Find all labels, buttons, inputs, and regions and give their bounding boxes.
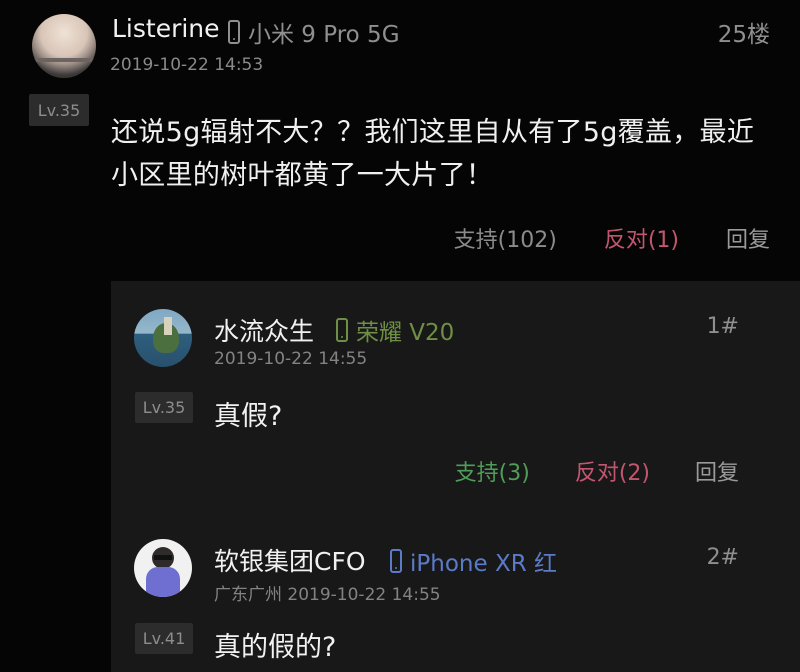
avatar[interactable] [32, 14, 96, 78]
oppose-button[interactable]: 反对(2) [575, 455, 650, 487]
support-button[interactable]: 支持(3) [455, 455, 530, 487]
phone-icon [336, 318, 348, 342]
avatar[interactable] [134, 309, 192, 367]
post-content: 还说5g辐射不大？？我们这里自从有了5g覆盖，最近小区里的树叶都黄了一大片了！ [111, 117, 755, 191]
church-shape [164, 317, 172, 335]
reply-button[interactable]: 回复 [695, 455, 739, 487]
reply-date: 2019-10-22 14:55 [214, 349, 368, 369]
post-date: 2019-10-22 14:53 [110, 55, 264, 75]
level-badge: Lv.35 [29, 94, 89, 126]
avatar-horizon [32, 58, 96, 62]
support-button[interactable]: 支持(102) [454, 222, 557, 254]
post-device-info: 小米 9 Pro 5G [228, 15, 400, 49]
reply-author-name[interactable]: 水流众生 [214, 312, 314, 348]
reply-button[interactable]: 回复 [726, 222, 770, 254]
post-author-name[interactable]: Listerine [112, 14, 220, 43]
reply-device-info: iPhone XR 红 [390, 544, 557, 578]
reply-content: 真假? [214, 401, 283, 432]
post-floor: 25楼 [717, 22, 770, 48]
phone-icon [228, 20, 240, 44]
glasses-icon [154, 555, 172, 560]
reply-actions: 支持(3) 反对(2) 回复 [455, 455, 739, 487]
avatar-body [146, 567, 180, 597]
post-device-label: 小米 9 Pro 5G [248, 22, 400, 48]
phone-icon [390, 549, 402, 573]
reply-content: 真的假的? [214, 632, 337, 663]
reply-author-name[interactable]: 软银集团CFO [214, 542, 366, 578]
reply-floor: 1# [706, 314, 739, 339]
reply-device-label: 荣耀 V20 [356, 320, 455, 346]
avatar[interactable] [134, 539, 192, 597]
post-actions: 支持(102) 反对(1) 回复 [454, 222, 770, 254]
reply-floor: 2# [706, 545, 739, 570]
reply-location-date: 广东广州 2019-10-22 14:55 [214, 585, 441, 605]
reply-device-label: iPhone XR 红 [410, 551, 557, 577]
level-badge: Lv.41 [135, 623, 193, 654]
level-badge: Lv.35 [135, 392, 193, 423]
oppose-button[interactable]: 反对(1) [604, 222, 679, 254]
reply-device-info: 荣耀 V20 [336, 313, 454, 347]
